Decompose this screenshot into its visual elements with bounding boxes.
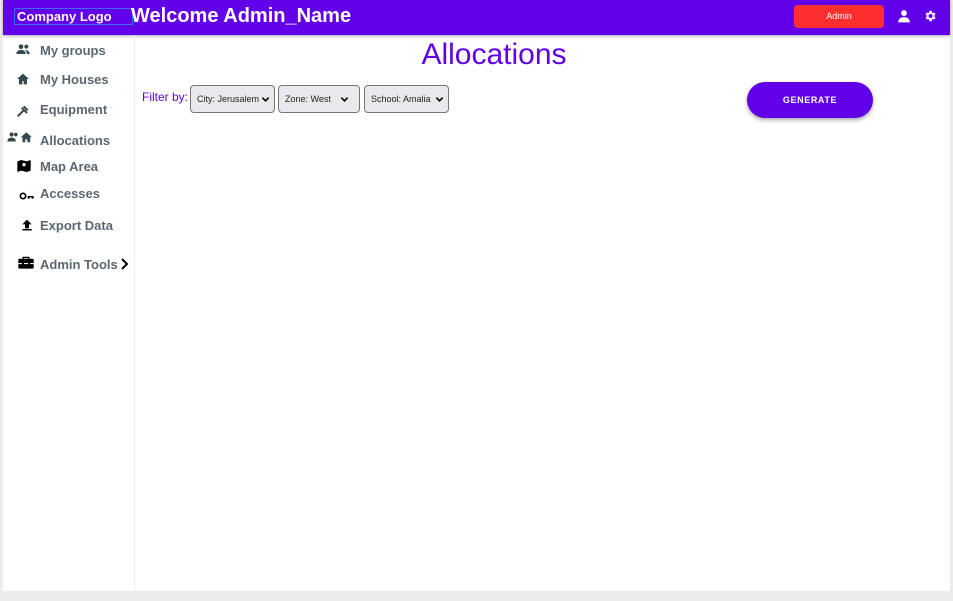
sidebar-item-label: Allocations: [40, 133, 111, 148]
tools-icon: [16, 105, 29, 118]
city-filter-value: City: Jerusalem: [197, 94, 260, 104]
allocations-icon: [7, 132, 32, 143]
filter-label: Filter by:: [142, 90, 189, 104]
key-icon: [19, 192, 34, 200]
chevron-down-icon: [340, 97, 349, 102]
sidebar-item-my-groups[interactable]: My groups: [3, 40, 135, 62]
upload-icon: [22, 219, 32, 231]
sidebar-item-my-houses[interactable]: My Houses: [3, 69, 135, 91]
generate-button[interactable]: GENERATE: [747, 82, 873, 118]
sidebar-item-label: My groups: [40, 43, 106, 58]
sidebar-item-map-area[interactable]: Map Area: [3, 156, 135, 178]
page-title: Allocations: [421, 38, 567, 71]
school-filter-value: School: Amalia: [371, 94, 431, 104]
welcome-message: Welcome Admin_Name: [131, 5, 352, 27]
sidebar-item-label: Equipment: [40, 102, 108, 117]
sidebar-item-label: Map Area: [40, 159, 99, 174]
zone-filter-select[interactable]: Zone: West: [278, 85, 360, 113]
toolbox-icon: [18, 256, 34, 269]
gear-icon[interactable]: [923, 9, 937, 23]
company-logo[interactable]: Company Logo: [14, 8, 133, 25]
groups-icon: [16, 44, 30, 54]
sidebar: My groups My Houses Equipment Allocation…: [3, 35, 135, 591]
sidebar-item-admin-tools[interactable]: Admin Tools: [3, 254, 135, 276]
sidebar-item-accesses[interactable]: Accesses: [3, 183, 135, 205]
chevron-right-icon: [121, 258, 129, 270]
sidebar-item-label: Export Data: [40, 218, 113, 233]
school-filter-select[interactable]: School: Amalia: [364, 85, 449, 113]
zone-filter-value: Zone: West: [285, 94, 331, 104]
sidebar-item-allocations[interactable]: Allocations: [3, 130, 135, 152]
top-app-bar: Company Logo Welcome Admin_Name Admin: [3, 0, 950, 35]
sidebar-item-export-data[interactable]: Export Data: [3, 215, 135, 237]
house-icon: [17, 73, 29, 85]
map-icon: [17, 160, 31, 172]
city-filter-select[interactable]: City: Jerusalem: [190, 85, 275, 113]
chevron-down-icon: [261, 97, 270, 102]
sidebar-item-label: Admin Tools: [40, 257, 118, 272]
sidebar-item-label: My Houses: [40, 72, 109, 87]
admin-button[interactable]: Admin: [794, 5, 884, 28]
sidebar-item-label: Accesses: [40, 186, 100, 201]
sidebar-item-equipment[interactable]: Equipment: [3, 99, 135, 121]
chevron-down-icon: [435, 97, 444, 102]
user-icon[interactable]: [897, 9, 911, 23]
